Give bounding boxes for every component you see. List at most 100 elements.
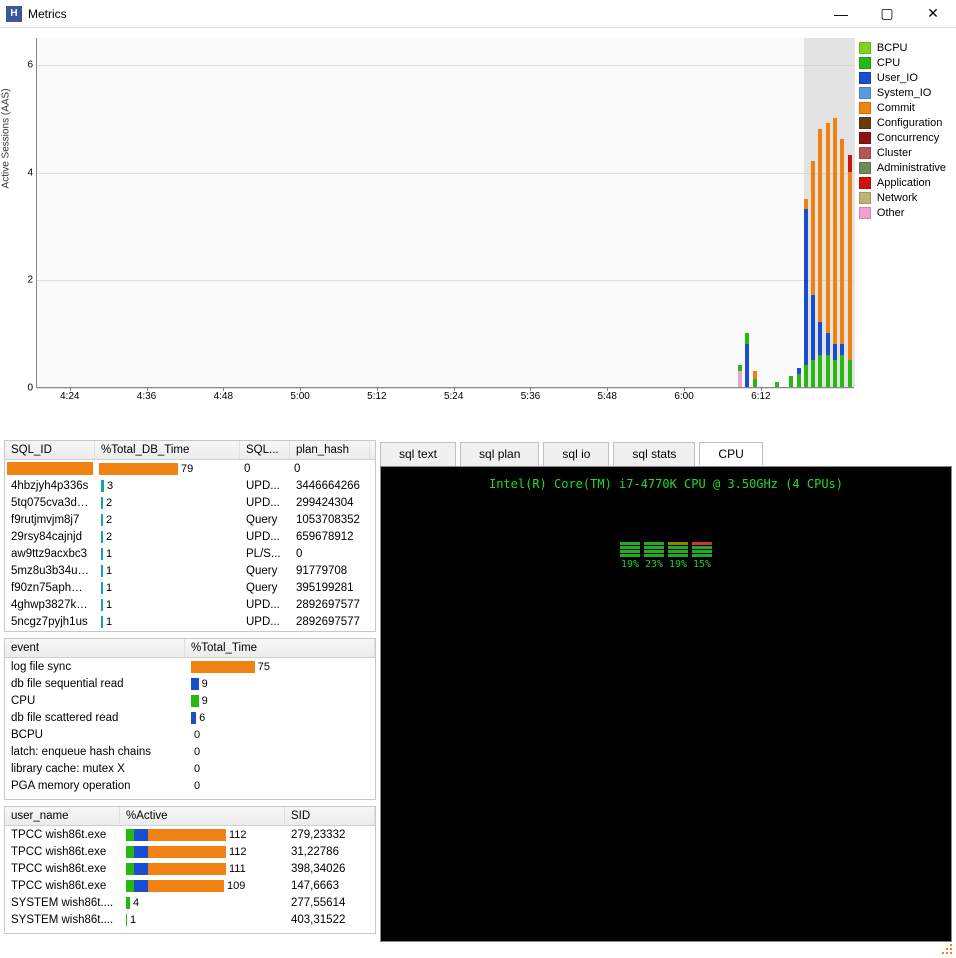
resize-grip[interactable] xyxy=(940,942,954,956)
table-row[interactable]: 5mz8u3b34u9... 1 Query 91779708 xyxy=(5,562,375,579)
legend-item[interactable]: System_IO xyxy=(859,87,946,99)
table-row[interactable]: library cache: mutex X 0 xyxy=(5,760,375,777)
cell-sid: 403,31522 xyxy=(285,914,375,926)
chart-bar xyxy=(826,123,830,387)
close-button[interactable]: ✕ xyxy=(910,0,956,28)
tab-sql-stats[interactable]: sql stats xyxy=(613,442,695,466)
cell-pct-dbtime: 3 xyxy=(95,480,240,492)
cell-sql-type: UPD... xyxy=(240,599,290,611)
cell-sql-id: 4ghwp3827k9... xyxy=(5,599,95,611)
col-sql-type[interactable]: SQL... xyxy=(240,441,290,459)
table-row[interactable]: PGA memory operation 0 xyxy=(5,777,375,794)
legend-item[interactable]: Network xyxy=(859,192,946,204)
legend-swatch xyxy=(859,72,871,84)
cell-pct-active: 4 xyxy=(120,897,285,909)
cell-sql-type: UPD... xyxy=(240,480,290,492)
chart-bar xyxy=(775,382,779,387)
legend-item[interactable]: Commit xyxy=(859,102,946,114)
table-row[interactable]: db file scattered read 6 xyxy=(5,709,375,726)
legend-item[interactable]: Administrative xyxy=(859,162,946,174)
legend-label: Network xyxy=(877,192,917,204)
cpu-pct: 19% xyxy=(620,559,640,570)
event-panel: event %Total_Time log file sync 75db fil… xyxy=(4,638,376,800)
table-row[interactable]: BCPU 0 xyxy=(5,726,375,743)
cell-sql-type: UPD... xyxy=(240,616,290,628)
col-event[interactable]: event xyxy=(5,639,185,657)
cell-user-name: TPCC wish86t.exe xyxy=(5,829,120,841)
legend-item[interactable]: CPU xyxy=(859,57,946,69)
chart-plot[interactable]: 02464:244:364:485:005:125:245:365:486:00… xyxy=(36,38,854,388)
table-row[interactable]: TPCC wish86t.exe 109 147,6663 xyxy=(5,877,375,894)
maximize-button[interactable]: ▢ xyxy=(864,0,910,28)
col-sid[interactable]: SID xyxy=(285,807,375,825)
legend-item[interactable]: Cluster xyxy=(859,147,946,159)
cell-user-name: TPCC wish86t.exe xyxy=(5,863,120,875)
table-row[interactable]: TPCC wish86t.exe 111 398,34026 xyxy=(5,860,375,877)
table-row[interactable]: CPU 9 xyxy=(5,692,375,709)
col-pct-active[interactable]: %Active xyxy=(120,807,285,825)
legend-swatch xyxy=(859,177,871,189)
table-row[interactable]: SYSTEM wish86t.... 1 403,31522 xyxy=(5,911,375,928)
legend-item[interactable]: Concurrency xyxy=(859,132,946,144)
cpu-core xyxy=(644,541,664,557)
col-plan-hash[interactable]: plan_hash xyxy=(290,441,370,459)
cell-plan-hash: 395199281 xyxy=(290,582,370,594)
table-row[interactable]: 4ghwp3827k9... 1 UPD... 2892697577 xyxy=(5,596,375,613)
col-pct-time[interactable]: %Total_Time xyxy=(185,639,375,657)
table-row[interactable]: 79 0 0 xyxy=(5,460,375,477)
table-row[interactable]: aw9ttz9acxbc3 1 PL/S... 0 xyxy=(5,545,375,562)
cell-event: db file scattered read xyxy=(5,712,185,724)
chart-xtick: 4:24 xyxy=(60,391,79,402)
table-row[interactable]: 29rsy84cajnjd 2 UPD... 659678912 xyxy=(5,528,375,545)
legend-label: System_IO xyxy=(877,87,931,99)
col-user-name[interactable]: user_name xyxy=(5,807,120,825)
event-header-row[interactable]: event %Total_Time xyxy=(5,639,375,658)
cell-plan-hash: 299424304 xyxy=(290,497,370,509)
table-row[interactable]: log file sync 75 xyxy=(5,658,375,675)
cell-sid: 277,55614 xyxy=(285,897,375,909)
cell-sql-type: PL/S... xyxy=(240,548,290,560)
col-pct-db-time[interactable]: %Total_DB_Time xyxy=(95,441,240,459)
legend-item[interactable]: Other xyxy=(859,207,946,219)
table-row[interactable]: SYSTEM wish86t.... 4 277,55614 xyxy=(5,894,375,911)
table-row[interactable]: f90zn75aphu4... 1 Query 395199281 xyxy=(5,579,375,596)
legend-item[interactable]: BCPU xyxy=(859,42,946,54)
tab-sql-text[interactable]: sql text xyxy=(380,442,456,466)
legend-label: Other xyxy=(877,207,905,219)
table-row[interactable]: f9rutjmvjm8j7 2 Query 1053708352 xyxy=(5,511,375,528)
table-row[interactable]: db file sequential read 9 xyxy=(5,675,375,692)
chart-ylabel: Active Sessions (AAS) xyxy=(1,88,12,188)
chart-xtick: 5:36 xyxy=(521,391,540,402)
table-row[interactable]: latch: enqueue hash chains 0 xyxy=(5,743,375,760)
cell-event: db file sequential read xyxy=(5,678,185,690)
table-row[interactable]: 5tq075cva3dga 2 UPD... 299424304 xyxy=(5,494,375,511)
cell-event: log file sync xyxy=(5,661,185,673)
chart-xtick: 5:48 xyxy=(598,391,617,402)
cpu-pct: 23% xyxy=(644,559,664,570)
legend-item[interactable]: Application xyxy=(859,177,946,189)
sql-header-row[interactable]: SQL_ID %Total_DB_Time SQL... plan_hash xyxy=(5,441,375,460)
legend-item[interactable]: Configuration xyxy=(859,117,946,129)
tab-sql-io[interactable]: sql io xyxy=(543,442,609,466)
table-row[interactable]: 4hbzjyh4p336s 3 UPD... 3446664266 xyxy=(5,477,375,494)
table-row[interactable]: TPCC wish86t.exe 112 279,23332 xyxy=(5,826,375,843)
cell-plan-hash: 1053708352 xyxy=(290,514,370,526)
cell-sql-type: 0 xyxy=(238,463,288,475)
cell-sid: 147,6663 xyxy=(285,880,375,892)
legend-label: Configuration xyxy=(877,117,942,129)
minimize-button[interactable]: — xyxy=(818,0,864,28)
cell-plan-hash: 0 xyxy=(288,463,368,475)
legend-item[interactable]: User_IO xyxy=(859,72,946,84)
cell-pct-time: 0 xyxy=(185,729,375,741)
table-row[interactable]: 5ncgz7pyjh1us 1 UPD... 2892697577 xyxy=(5,613,375,630)
chart-xtick: 5:12 xyxy=(367,391,386,402)
cell-pct-dbtime: 1 xyxy=(95,565,240,577)
chart-ytick: 6 xyxy=(27,59,33,70)
tab-CPU[interactable]: CPU xyxy=(699,442,762,466)
tab-sql-plan[interactable]: sql plan xyxy=(460,442,539,466)
col-sql-id[interactable]: SQL_ID xyxy=(5,441,95,459)
user-header-row[interactable]: user_name %Active SID xyxy=(5,807,375,826)
cell-pct-time: 9 xyxy=(185,695,375,707)
cell-pct-dbtime: 1 xyxy=(95,616,240,628)
table-row[interactable]: TPCC wish86t.exe 112 31,22786 xyxy=(5,843,375,860)
